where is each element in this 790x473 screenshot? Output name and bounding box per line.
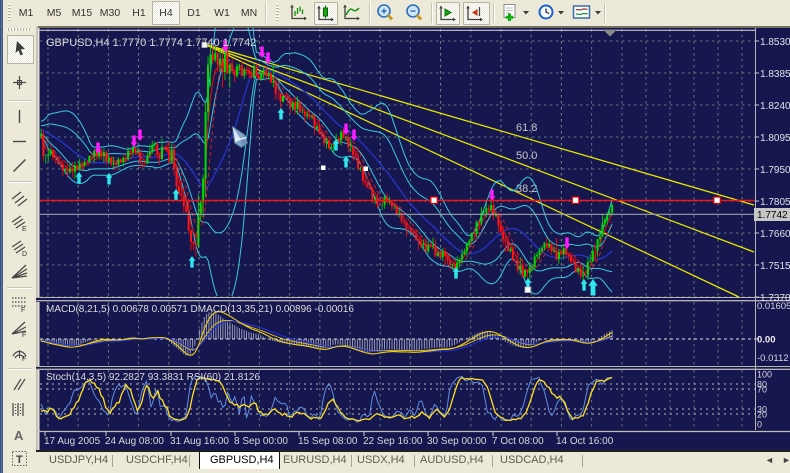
svg-text:1.7805: 1.7805 xyxy=(760,197,790,208)
svg-text:0: 0 xyxy=(757,420,762,430)
svg-text:0.00: 0.00 xyxy=(757,335,776,346)
svg-text:8 Sep 00:00: 8 Sep 00:00 xyxy=(234,436,288,447)
svg-text:1.7742: 1.7742 xyxy=(757,210,788,221)
svg-text:15 Sep 08:00: 15 Sep 08:00 xyxy=(298,436,358,447)
svg-text:31 Aug 16:00: 31 Aug 16:00 xyxy=(170,436,229,447)
svg-text:1.8095: 1.8095 xyxy=(760,133,790,144)
svg-text:14 Oct 16:00: 14 Oct 16:00 xyxy=(556,436,614,447)
svg-text:22 Sep 16:00: 22 Sep 16:00 xyxy=(363,436,423,447)
svg-text:1.7660: 1.7660 xyxy=(760,229,790,240)
svg-text:24 Aug 08:00: 24 Aug 08:00 xyxy=(105,436,164,447)
svg-text:-0.0112: -0.0112 xyxy=(757,353,789,364)
svg-text:30 Sep 00:00: 30 Sep 00:00 xyxy=(427,436,487,447)
svg-text:61.8: 61.8 xyxy=(516,122,537,134)
svg-text:100: 100 xyxy=(757,370,772,380)
svg-text:50.0: 50.0 xyxy=(516,150,537,162)
svg-text:GBPUSD,H4 1.7770 1.7774 1.774: GBPUSD,H4 1.7770 1.7774 1.7740 1.7742 xyxy=(46,37,256,49)
svg-text:1.7950: 1.7950 xyxy=(760,165,790,176)
svg-text:7 Oct 08:00: 7 Oct 08:00 xyxy=(492,436,544,447)
svg-text:70: 70 xyxy=(757,385,767,395)
svg-text:MACD(8,21,5) 0.00678 0.00571 D: MACD(8,21,5) 0.00678 0.00571 DMACD(13,35… xyxy=(46,304,354,315)
svg-text:1.8240: 1.8240 xyxy=(760,101,790,112)
svg-text:1.8385: 1.8385 xyxy=(760,69,790,80)
svg-text:17 Aug 2005: 17 Aug 2005 xyxy=(44,436,101,447)
svg-text:Stoch(14,3,5) 92.2827 93.3831: Stoch(14,3,5) 92.2827 93.3831 RSI(60) 21… xyxy=(46,372,260,383)
svg-text:20: 20 xyxy=(757,410,767,420)
svg-text:0.01605: 0.01605 xyxy=(757,301,790,312)
svg-text:1.7515: 1.7515 xyxy=(760,261,790,272)
svg-text:1.8530: 1.8530 xyxy=(760,37,790,48)
